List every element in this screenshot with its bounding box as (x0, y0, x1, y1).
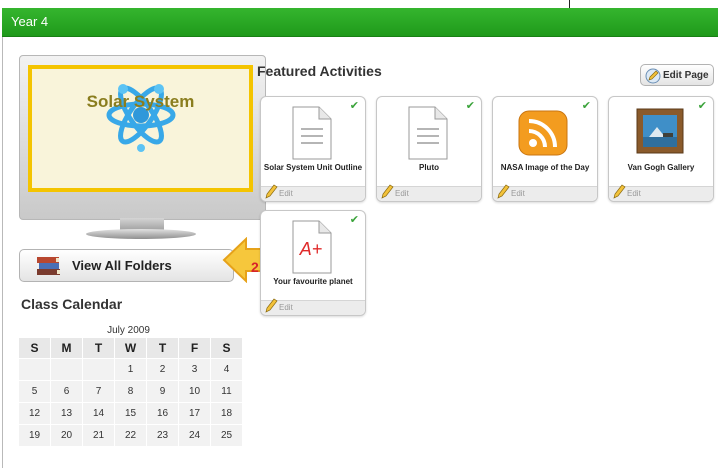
activity-edit-label: Edit (279, 303, 293, 312)
edit-page-button[interactable]: Edit Page (640, 64, 714, 86)
title-bar: Year 4 (2, 8, 718, 37)
edit-page-label: Edit Page (663, 70, 709, 81)
calendar-day[interactable]: 17 (179, 403, 211, 425)
calendar-day[interactable]: 22 (115, 425, 147, 447)
check-icon: ✔ (465, 100, 475, 112)
calendar-day[interactable]: 16 (147, 403, 179, 425)
pencil-icon (265, 184, 278, 199)
activity-title: Van Gogh Gallery (627, 163, 695, 172)
rss-feed-icon (518, 110, 568, 156)
activity-card[interactable]: ✔ Van Gogh Gallery Edit (608, 96, 714, 202)
check-icon: ✔ (349, 214, 359, 226)
calendar-week: 1 2 3 4 (19, 359, 243, 381)
calendar-day[interactable]: 20 (51, 425, 83, 447)
activity-edit-label: Edit (395, 189, 409, 198)
calendar-day[interactable]: 5 (19, 381, 51, 403)
view-all-folders-button[interactable]: View All Folders (19, 249, 234, 282)
calendar-day[interactable]: 18 (211, 403, 243, 425)
graded-paper-icon: A+ (292, 220, 332, 274)
calendar-week: 19 20 21 22 23 24 25 (19, 425, 243, 447)
calendar-week: 12 13 14 15 16 17 18 (19, 403, 243, 425)
framed-picture-icon (636, 108, 684, 154)
calendar-day[interactable]: 15 (115, 403, 147, 425)
calendar-day (83, 359, 115, 381)
activity-card[interactable]: ✔ Solar System Unit Outline Edit (260, 96, 366, 202)
calendar-day[interactable]: 25 (211, 425, 243, 447)
calendar-day[interactable]: 2 (147, 359, 179, 381)
activity-edit-bar[interactable]: Edit (261, 184, 365, 201)
pencil-icon (265, 298, 278, 313)
calendar-day[interactable]: 19 (19, 425, 51, 447)
weekday-label: S (19, 338, 51, 359)
activity-edit-bar[interactable]: Edit (493, 184, 597, 201)
calendar-day[interactable]: 13 (51, 403, 83, 425)
pencil-icon (613, 184, 626, 199)
course-screen[interactable] (28, 65, 253, 192)
activity-title: Solar System Unit Outline (263, 163, 363, 172)
monitor-base (86, 229, 196, 239)
activity-card[interactable]: ✔ A+ Your favourite planet Edit (260, 210, 366, 316)
check-icon: ✔ (697, 100, 707, 112)
edit-page-icon (645, 68, 661, 84)
course-title: Solar System (86, 92, 195, 111)
calendar-day[interactable]: 8 (115, 381, 147, 403)
calendar-day[interactable]: 9 (147, 381, 179, 403)
calendar-day[interactable]: 4 (211, 359, 243, 381)
calendar-week: 5 6 7 8 9 10 11 (19, 381, 243, 403)
weekday-label: F (179, 338, 211, 359)
activity-edit-bar[interactable]: Edit (377, 184, 481, 201)
activity-card[interactable]: ✔ NASA Image of the Day Edit (492, 96, 598, 202)
activity-edit-bar[interactable]: Edit (609, 184, 713, 201)
pencil-icon (497, 184, 510, 199)
calendar-day[interactable]: 10 (179, 381, 211, 403)
activity-title: Your favourite planet (273, 277, 353, 286)
activity-edit-bar[interactable]: Edit (261, 298, 365, 315)
weekday-label: T (83, 338, 115, 359)
document-icon (292, 106, 332, 160)
atom-icon (106, 84, 176, 152)
calendar-heading: Class Calendar (21, 296, 123, 312)
weekday-label: T (147, 338, 179, 359)
page-title: Year 4 (11, 14, 49, 29)
check-icon: ✔ (349, 100, 359, 112)
grade-text: A+ (299, 239, 323, 259)
calendar-day (19, 359, 51, 381)
calendar-day[interactable]: 24 (179, 425, 211, 447)
books-icon (37, 257, 60, 275)
calendar-day[interactable]: 1 (115, 359, 147, 381)
calendar-day (51, 359, 83, 381)
pencil-icon (381, 184, 394, 199)
calendar-day[interactable]: 23 (147, 425, 179, 447)
calendar-day[interactable]: 21 (83, 425, 115, 447)
weekday-row: S M T W T F S (19, 338, 243, 359)
activity-title: NASA Image of the Day (500, 163, 590, 172)
calendar-grid: S M T W T F S 1 2 3 4 5 6 7 8 9 10 11 12… (19, 338, 243, 447)
activity-title: Pluto (419, 163, 439, 172)
activity-edit-label: Edit (627, 189, 641, 198)
calendar-day[interactable]: 7 (83, 381, 115, 403)
activity-card[interactable]: ✔ Pluto Edit (376, 96, 482, 202)
check-icon: ✔ (581, 100, 591, 112)
view-all-folders-label: View All Folders (72, 258, 172, 273)
calendar-day[interactable]: 11 (211, 381, 243, 403)
featured-activities-heading: Featured Activities (257, 63, 382, 79)
activity-edit-label: Edit (511, 189, 525, 198)
calendar-day[interactable]: 6 (51, 381, 83, 403)
calendar-day[interactable]: 3 (179, 359, 211, 381)
weekday-label: M (51, 338, 83, 359)
divider (569, 0, 570, 8)
activity-edit-label: Edit (279, 189, 293, 198)
document-icon (408, 106, 448, 160)
calendar-month: July 2009 (107, 325, 150, 336)
callout-number: 2 (251, 259, 259, 275)
calendar-day[interactable]: 14 (83, 403, 115, 425)
weekday-label: W (115, 338, 147, 359)
calendar-day[interactable]: 12 (19, 403, 51, 425)
weekday-label: S (211, 338, 243, 359)
